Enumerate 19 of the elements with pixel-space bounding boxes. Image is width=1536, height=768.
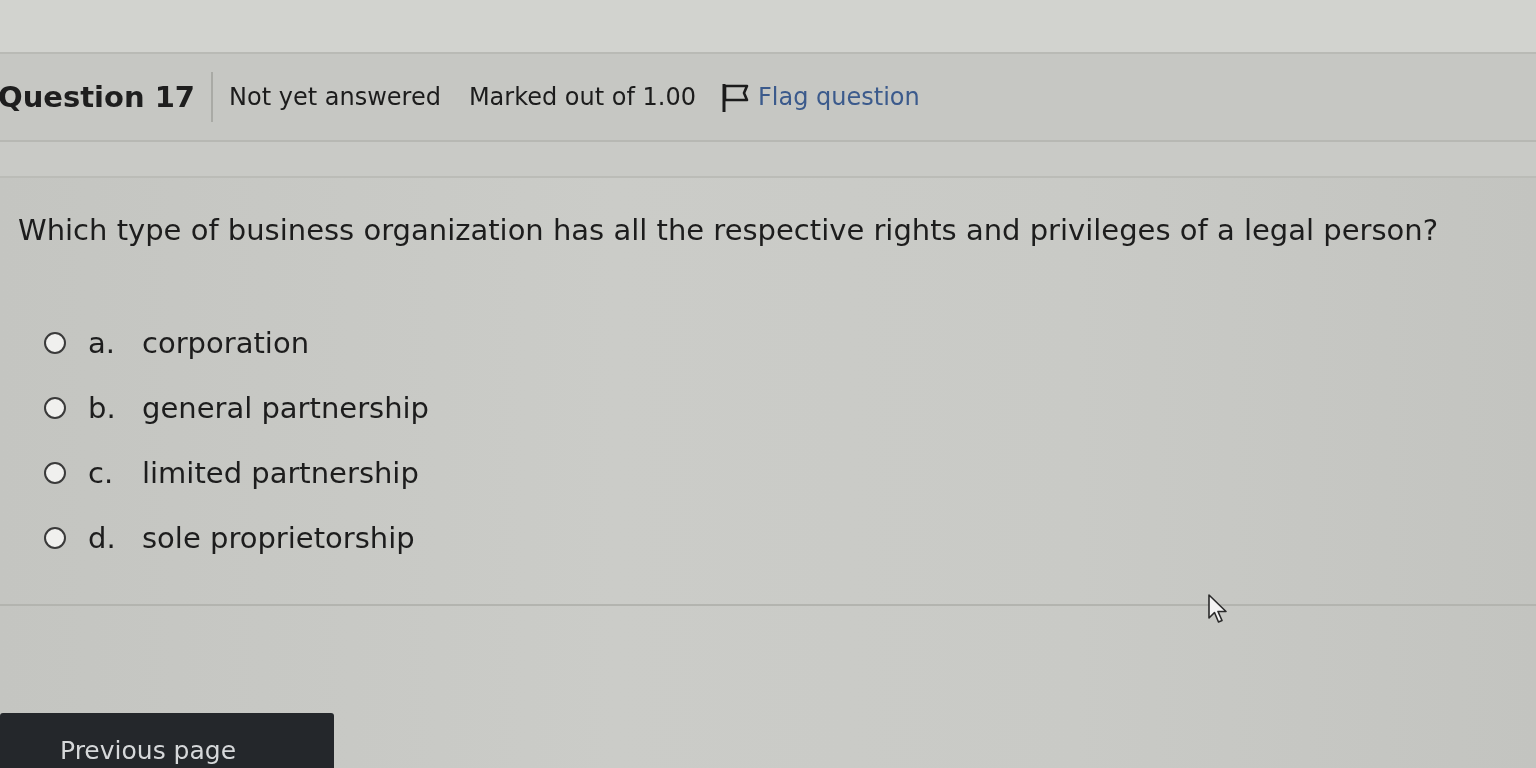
option-letter: c. xyxy=(88,455,115,490)
option-label[interactable]: corporation xyxy=(142,325,309,360)
previous-page-button[interactable]: Previous page xyxy=(0,713,334,768)
answer-status: Not yet answered xyxy=(229,83,441,111)
radio-button[interactable] xyxy=(44,396,66,419)
option-label[interactable]: sole proprietorship xyxy=(142,520,415,555)
marks-info: Marked out of 1.00 xyxy=(468,83,696,111)
option-label[interactable]: limited partnership xyxy=(142,455,419,490)
question-text: Which type of business organization has all the respective rights and privileges of a legal person? xyxy=(18,212,1440,249)
radio-button[interactable] xyxy=(44,461,66,484)
option-letter: a. xyxy=(88,325,116,360)
radio-button[interactable] xyxy=(44,331,66,354)
pointer-cursor-icon xyxy=(1208,594,1228,624)
option-letter: b. xyxy=(88,390,117,425)
option-label[interactable]: general partnership xyxy=(142,390,429,425)
radio-button[interactable] xyxy=(44,526,66,549)
flag-question-link[interactable]: Flag question xyxy=(720,82,920,112)
option-letter: d. xyxy=(88,520,117,555)
question-number: Question 17 xyxy=(0,72,214,122)
